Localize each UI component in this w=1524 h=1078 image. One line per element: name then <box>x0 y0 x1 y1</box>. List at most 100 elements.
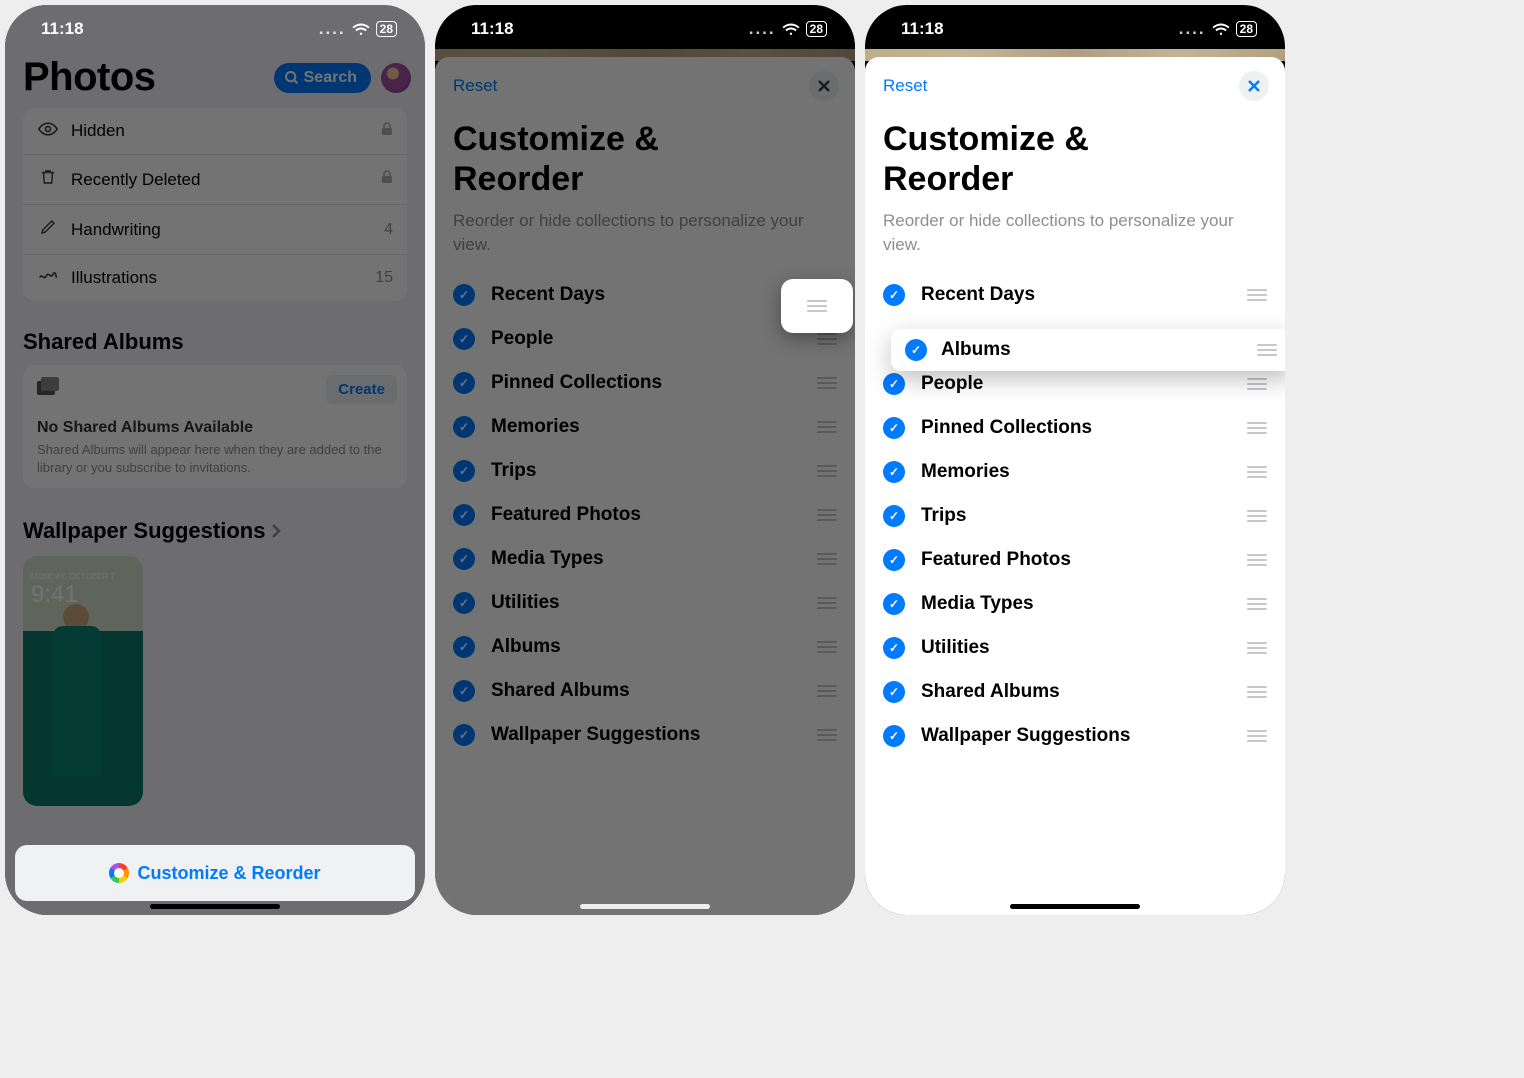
grip-icon[interactable] <box>1245 289 1269 301</box>
grip-icon[interactable] <box>1245 510 1269 522</box>
reorder-row[interactable]: ✓Shared Albums <box>435 669 855 713</box>
wallpaper-suggestions-header[interactable]: Wallpaper Suggestions <box>5 488 425 552</box>
reorder-row[interactable]: ✓ Utilities <box>865 626 1285 670</box>
grip-icon[interactable] <box>815 509 839 521</box>
checkmark-icon[interactable]: ✓ <box>453 460 475 482</box>
checkmark-icon[interactable]: ✓ <box>883 681 905 703</box>
shared-albums-empty-card: Create No Shared Albums Available Shared… <box>23 365 407 488</box>
checkmark-icon[interactable]: ✓ <box>453 548 475 570</box>
customize-reorder-button[interactable]: Customize & Reorder <box>15 845 415 901</box>
checkmark-icon[interactable]: ✓ <box>883 284 905 306</box>
dragging-row[interactable]: ✓ Albums <box>891 329 1285 371</box>
home-indicator[interactable] <box>150 904 280 909</box>
grip-icon[interactable] <box>1245 686 1269 698</box>
grip-icon[interactable] <box>815 421 839 433</box>
grip-icon[interactable] <box>815 377 839 389</box>
grip-icon[interactable] <box>815 465 839 477</box>
row-recently-deleted[interactable]: Recently Deleted <box>23 155 407 205</box>
reorder-row[interactable]: ✓Albums <box>435 625 855 669</box>
checkmark-icon[interactable]: ✓ <box>453 328 475 350</box>
grip-icon[interactable] <box>815 333 839 345</box>
checkmark-icon[interactable]: ✓ <box>453 724 475 746</box>
grip-icon[interactable] <box>1245 466 1269 478</box>
create-shared-button[interactable]: Create <box>326 375 397 404</box>
search-button[interactable]: Search <box>274 63 371 93</box>
battery-indicator: 28 <box>1236 21 1257 37</box>
close-button[interactable] <box>1239 71 1269 101</box>
status-bar: 11:18 .... 28 <box>865 5 1285 53</box>
grip-icon[interactable] <box>1245 642 1269 654</box>
checkmark-icon[interactable]: ✓ <box>883 725 905 747</box>
reset-button[interactable]: Reset <box>883 76 927 96</box>
reorder-label: Utilities <box>921 637 1245 659</box>
grip-icon[interactable] <box>1245 378 1269 390</box>
empty-title: No Shared Albums Available <box>37 419 393 437</box>
close-button[interactable] <box>809 71 839 101</box>
reorder-row[interactable]: ✓Featured Photos <box>435 493 855 537</box>
reorder-row[interactable]: ✓Utilities <box>435 581 855 625</box>
reorder-row[interactable]: ✓ Wallpaper Suggestions <box>435 713 855 757</box>
grip-icon[interactable] <box>1245 730 1269 742</box>
lock-icon <box>381 122 393 141</box>
row-label: Handwriting <box>71 220 384 240</box>
row-illustrations[interactable]: Illustrations 15 <box>23 255 407 301</box>
home-indicator[interactable] <box>580 904 710 909</box>
battery-indicator: 28 <box>376 21 397 37</box>
reorder-row[interactable]: ✓Memories <box>435 405 855 449</box>
cellular-icon: .... <box>319 19 346 39</box>
customize-sheet: Reset Customize &Reorder Reorder or hide… <box>435 57 855 915</box>
sheet-subtitle: Reorder or hide collections to personali… <box>865 199 1285 273</box>
grip-icon[interactable] <box>815 641 839 653</box>
checkmark-icon[interactable]: ✓ <box>883 593 905 615</box>
scribble-icon <box>37 268 59 288</box>
row-label: Illustrations <box>71 268 375 288</box>
reorder-row[interactable]: ✓Pinned Collections <box>435 361 855 405</box>
grip-icon[interactable] <box>815 685 839 697</box>
wallpaper-thumbnail[interactable]: MONDAY, OCTOBER 79:41 <box>23 556 143 806</box>
profile-avatar[interactable] <box>381 63 411 93</box>
reorder-label: Pinned Collections <box>921 417 1245 439</box>
grip-icon[interactable] <box>1245 554 1269 566</box>
customize-label: Customize & Reorder <box>137 863 320 884</box>
reorder-row[interactable]: ✓ Pinned Collections <box>865 406 1285 450</box>
reorder-label: Wallpaper Suggestions <box>491 724 815 746</box>
checkmark-icon[interactable]: ✓ <box>453 284 475 306</box>
checkmark-icon[interactable]: ✓ <box>453 416 475 438</box>
reorder-row[interactable]: ✓ Trips <box>435 449 855 493</box>
checkmark-icon[interactable]: ✓ <box>883 549 905 571</box>
checkmark-icon[interactable]: ✓ <box>883 417 905 439</box>
checkmark-icon[interactable]: ✓ <box>883 505 905 527</box>
eye-icon <box>37 121 59 141</box>
reorder-row[interactable]: ✓Trips <box>865 494 1285 538</box>
grip-icon[interactable] <box>1255 344 1279 356</box>
reorder-row[interactable]: ✓Wallpaper Suggestions <box>865 714 1285 758</box>
status-time: 11:18 <box>471 19 514 39</box>
cellular-icon: .... <box>1179 19 1206 39</box>
checkmark-icon[interactable]: ✓ <box>883 637 905 659</box>
reorder-label: Trips <box>491 460 815 482</box>
grip-icon[interactable] <box>815 597 839 609</box>
reorder-row[interactable]: ✓Recent Days <box>865 273 1285 317</box>
reorder-row[interactable]: ✓Media Types <box>435 537 855 581</box>
checkmark-icon[interactable]: ✓ <box>453 592 475 614</box>
checkmark-icon[interactable]: ✓ <box>883 373 905 395</box>
checkmark-icon[interactable]: ✓ <box>453 504 475 526</box>
reorder-row[interactable]: ✓Memories <box>865 450 1285 494</box>
checkmark-icon[interactable]: ✓ <box>883 461 905 483</box>
reorder-row[interactable]: ✓Featured Photos <box>865 538 1285 582</box>
reorder-row[interactable]: ✓Shared Albums <box>865 670 1285 714</box>
reset-button[interactable]: Reset <box>453 76 497 96</box>
row-hidden[interactable]: Hidden <box>23 108 407 155</box>
grip-icon[interactable] <box>815 729 839 741</box>
drag-handle-popout[interactable] <box>781 279 853 333</box>
checkmark-icon[interactable]: ✓ <box>453 680 475 702</box>
grip-icon[interactable] <box>815 553 839 565</box>
checkmark-icon[interactable]: ✓ <box>453 636 475 658</box>
reorder-row[interactable]: ✓Media Types <box>865 582 1285 626</box>
app-title: Photos <box>23 55 156 100</box>
home-indicator[interactable] <box>1010 904 1140 909</box>
checkmark-icon[interactable]: ✓ <box>453 372 475 394</box>
row-handwriting[interactable]: Handwriting 4 <box>23 205 407 255</box>
grip-icon[interactable] <box>1245 598 1269 610</box>
grip-icon[interactable] <box>1245 422 1269 434</box>
